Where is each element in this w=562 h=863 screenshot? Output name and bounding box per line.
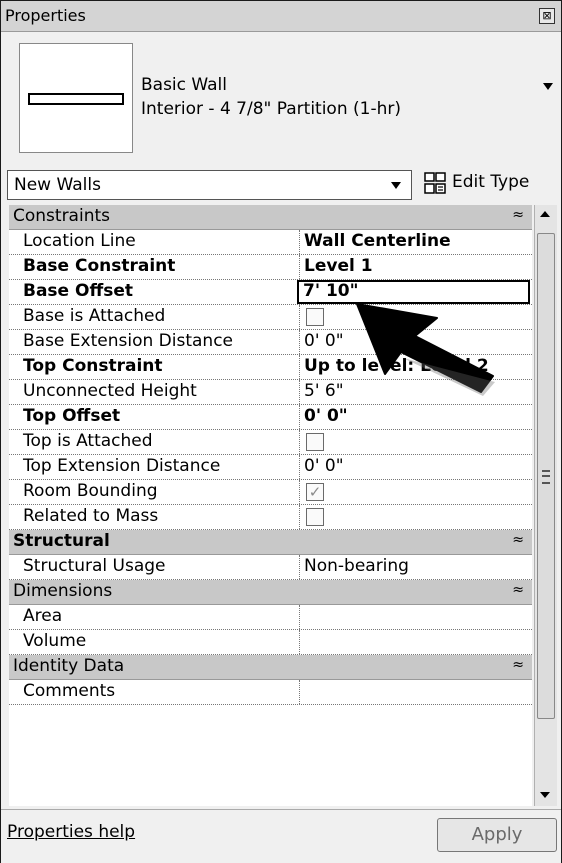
type-selector[interactable]: Basic Wall Interior - 4 7/8" Partition (… <box>9 35 557 153</box>
property-value: 0' 0" <box>304 406 348 426</box>
property-name: Unconnected Height <box>23 381 197 401</box>
property-name: Area <box>23 606 63 626</box>
property-name: Base is Attached <box>23 306 166 326</box>
property-value: 0' 0" <box>304 456 344 476</box>
chevron-down-icon[interactable] <box>391 182 401 189</box>
property-name: Top Extension Distance <box>23 456 221 476</box>
edit-type-label: Edit Type <box>452 172 530 192</box>
wall-type-preview <box>19 43 133 153</box>
property-value-cell[interactable] <box>299 430 533 454</box>
instance-filter-row: New Walls Edit Type <box>1 163 561 203</box>
property-name: Volume <box>23 631 87 651</box>
property-value-cell[interactable]: 0' 0" <box>299 405 533 429</box>
properties-palette: Properties ⊠ Basic Wall Interior - 4 7/8… <box>0 0 562 863</box>
properties-help-link[interactable]: Properties help <box>7 822 135 842</box>
property-row-room-bounding[interactable]: Room Bounding ✓ <box>9 480 532 505</box>
property-value-cell[interactable] <box>299 505 533 529</box>
property-value-cell[interactable]: Wall Centerline <box>299 230 533 254</box>
related-mass-checkbox[interactable] <box>306 508 324 526</box>
instance-filter-dropdown[interactable]: New Walls <box>7 170 412 200</box>
property-value-cell[interactable]: 0' 0" <box>299 455 533 479</box>
collapse-chevron-icon[interactable]: ≈ <box>512 657 524 673</box>
property-name: Base Offset <box>23 281 133 301</box>
scroll-down-arrow-icon[interactable] <box>540 792 550 798</box>
property-value-cell[interactable]: Level 1 <box>299 255 533 279</box>
property-value: 5' 6" <box>304 381 344 401</box>
property-name: Comments <box>23 681 116 701</box>
group-dimensions[interactable]: Dimensions ≈ <box>9 580 532 605</box>
scrollbar-thumb[interactable] <box>537 233 555 719</box>
property-value: Non-bearing <box>304 556 409 576</box>
type-family-label: Basic Wall <box>141 75 227 95</box>
property-row-structural-usage[interactable]: Structural Usage Non-bearing <box>9 555 532 580</box>
property-row-top-extension[interactable]: Top Extension Distance 0' 0" <box>9 455 532 480</box>
type-dropdown-arrow-icon[interactable] <box>543 83 553 90</box>
property-value-cell[interactable] <box>299 680 533 704</box>
base-attached-checkbox[interactable] <box>306 308 324 326</box>
property-row-comments[interactable]: Comments <box>9 680 532 705</box>
scroll-up-arrow-icon[interactable] <box>540 211 550 217</box>
collapse-chevron-icon[interactable]: ≈ <box>512 582 524 598</box>
group-label: Structural <box>13 531 110 551</box>
footer-bar: Properties help Apply <box>1 809 561 863</box>
properties-grid: Constraints ≈ Location Line Wall Centerl… <box>9 205 532 806</box>
vertical-scrollbar[interactable] <box>534 205 557 806</box>
property-row-volume[interactable]: Volume <box>9 630 532 655</box>
group-label: Identity Data <box>13 656 125 676</box>
group-label: Dimensions <box>13 581 113 601</box>
property-name: Top Offset <box>23 406 121 426</box>
group-identity-data[interactable]: Identity Data ≈ <box>9 655 532 680</box>
property-row-top-offset[interactable]: Top Offset 0' 0" <box>9 405 532 430</box>
group-constraints[interactable]: Constraints ≈ <box>9 205 532 230</box>
group-label: Constraints <box>13 206 110 226</box>
close-icon[interactable]: ⊠ <box>539 8 555 24</box>
top-attached-checkbox[interactable] <box>306 433 324 451</box>
property-row-area[interactable]: Area <box>9 605 532 630</box>
property-name: Base Constraint <box>23 256 176 276</box>
property-name: Structural Usage <box>23 556 166 576</box>
collapse-chevron-icon[interactable]: ≈ <box>512 532 524 548</box>
property-row-related-mass[interactable]: Related to Mass <box>9 505 532 530</box>
property-row-top-attached[interactable]: Top is Attached <box>9 430 532 455</box>
edit-type-button[interactable]: Edit Type <box>416 168 556 198</box>
property-value-cell <box>299 605 533 629</box>
property-name: Location Line <box>23 231 136 251</box>
property-value: Level 1 <box>304 256 373 276</box>
group-structural[interactable]: Structural ≈ <box>9 530 532 555</box>
property-value: 0' 0" <box>304 331 344 351</box>
apply-button[interactable]: Apply <box>437 818 557 852</box>
property-row-base-constraint[interactable]: Base Constraint Level 1 <box>9 255 532 280</box>
collapse-chevron-icon[interactable]: ≈ <box>512 207 524 223</box>
property-value-cell[interactable]: Non-bearing <box>299 555 533 579</box>
pointer-arrow-icon <box>356 303 495 396</box>
edit-type-icon <box>424 172 446 194</box>
wall-preview-icon <box>28 93 124 105</box>
property-value-cell[interactable]: ✓ <box>299 480 533 504</box>
palette-title: Properties <box>5 6 86 25</box>
property-name: Room Bounding <box>23 481 158 501</box>
type-name-label: Interior - 4 7/8" Partition (1-hr) <box>141 99 401 119</box>
property-name: Top Constraint <box>23 356 163 376</box>
property-name: Top is Attached <box>23 431 153 451</box>
property-row-location-line[interactable]: Location Line Wall Centerline <box>9 230 532 255</box>
property-value: Wall Centerline <box>304 231 451 251</box>
property-value-cell <box>299 630 533 654</box>
room-bounding-checkbox[interactable]: ✓ <box>306 483 324 501</box>
title-bar[interactable]: Properties ⊠ <box>1 1 561 32</box>
property-name: Base Extension Distance <box>23 331 233 351</box>
scroll-grip-icon <box>542 470 550 484</box>
property-name: Related to Mass <box>23 506 159 526</box>
filter-value: New Walls <box>14 175 101 195</box>
